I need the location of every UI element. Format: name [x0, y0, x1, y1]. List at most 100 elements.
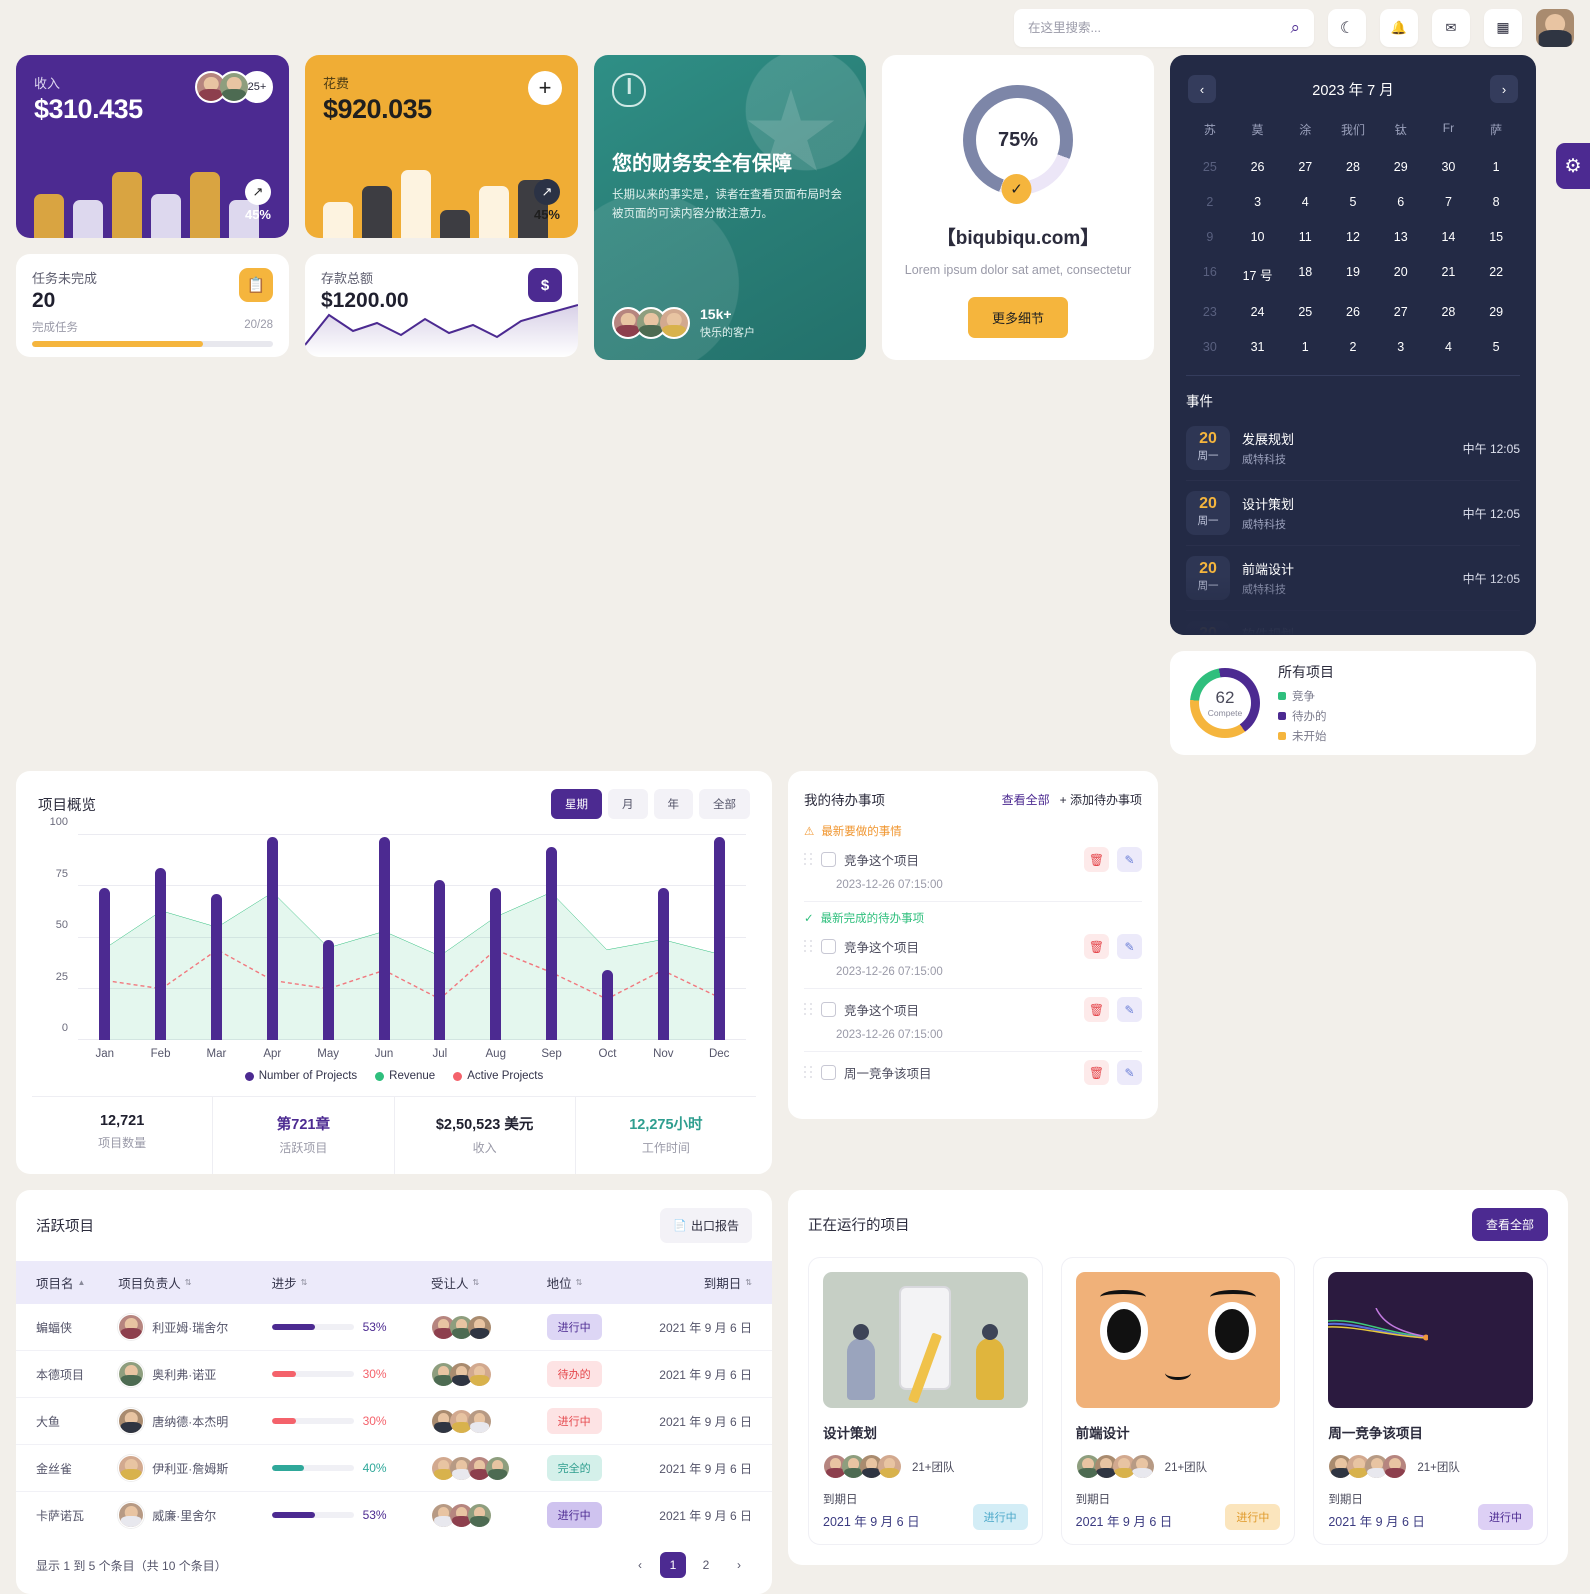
calendar-day[interactable]: 28	[1329, 153, 1377, 181]
running-project-card[interactable]: 前端设计 21+团队 到期日 2021 年 9 月 6 日 进行中	[1060, 1257, 1296, 1545]
event-item[interactable]: 20 周一 前端设计 威特科技 中午 12:05	[1186, 546, 1520, 611]
calendar-day[interactable]: 1	[1472, 153, 1520, 181]
calendar-day[interactable]: 2	[1329, 333, 1377, 361]
calendar-day[interactable]: 22	[1472, 258, 1520, 291]
calendar-day[interactable]: 15	[1472, 223, 1520, 251]
calendar-day[interactable]: 5	[1329, 188, 1377, 216]
delete-icon[interactable]: 🗑	[1084, 934, 1109, 959]
calendar-day[interactable]: 16	[1186, 258, 1234, 291]
sort-icon[interactable]: ⇅	[473, 1278, 480, 1287]
calendar-day[interactable]: 30	[1425, 153, 1473, 181]
running-view-all-button[interactable]: 查看全部	[1471, 1208, 1548, 1241]
table-column-项目负责人[interactable]: 项目负责人 ⇅	[110, 1261, 264, 1304]
avatar[interactable]	[1536, 8, 1574, 47]
sort-icon[interactable]: ⇅	[745, 1278, 752, 1287]
calendar-day[interactable]: 6	[1377, 188, 1425, 216]
calendar-day[interactable]: 3	[1377, 333, 1425, 361]
calendar-day[interactable]: 28	[1425, 298, 1473, 326]
calendar-day[interactable]: 26	[1329, 298, 1377, 326]
calendar-icon[interactable]: ▦	[1484, 8, 1522, 47]
running-project-card[interactable]: 周一竞争该项目 21+团队 到期日 2021 年 9 月 6 日 进行中	[1313, 1257, 1549, 1545]
calendar-day[interactable]: 4	[1425, 333, 1473, 361]
edit-icon[interactable]: ✎	[1117, 1060, 1142, 1085]
calendar-day[interactable]: 1	[1281, 333, 1329, 361]
sort-icon[interactable]: ⇅	[301, 1278, 308, 1287]
todo-checkbox[interactable]	[821, 1065, 836, 1080]
chart-tab-星期[interactable]: 星期	[551, 789, 602, 819]
table-row[interactable]: 金丝雀 伊利亚·詹姆斯 40% 完全的 2021 年 9 月 6 日	[16, 1444, 772, 1492]
table-header-row[interactable]: 项目名 ▲ 项目负责人 ⇅ 进步 ⇅ 受让人 ⇅ 地位 ⇅ 到期日 ⇅	[16, 1261, 772, 1304]
event-item[interactable]: 20周一软件规划威特科技中午 12:05	[1186, 611, 1520, 635]
add-expense-button[interactable]: +	[528, 71, 562, 105]
calendar-day[interactable]: 20	[1377, 258, 1425, 291]
mail-icon[interactable]: ✉	[1432, 8, 1470, 47]
pagination-page-1[interactable]: 1	[660, 1552, 686, 1578]
calendar-day[interactable]: 14	[1425, 223, 1473, 251]
calendar-day[interactable]: 3	[1234, 188, 1282, 216]
bell-icon[interactable]: 🔔	[1380, 8, 1418, 47]
table-column-项目名[interactable]: 项目名 ▲	[16, 1261, 111, 1304]
table-row[interactable]: 本德项目 奥利弗·诺亚 30% 待办的 2021 年 9 月 6 日	[16, 1350, 772, 1398]
table-column-地位[interactable]: 地位 ⇅	[538, 1261, 626, 1304]
calendar-next-button[interactable]: ›	[1489, 75, 1518, 103]
calendar-day[interactable]: 11	[1281, 223, 1329, 251]
delete-icon[interactable]: 🗑	[1084, 997, 1109, 1022]
calendar-day[interactable]: 2	[1186, 188, 1234, 216]
table-pagination[interactable]: ‹ 1 2 ›	[627, 1552, 752, 1578]
search-icon[interactable]: ⌕	[1290, 18, 1300, 38]
drag-handle-icon[interactable]	[804, 1066, 813, 1079]
search-input[interactable]	[1028, 20, 1283, 35]
drag-handle-icon[interactable]	[804, 853, 813, 866]
todo-view-all-link[interactable]: 查看全部	[1002, 791, 1050, 808]
sort-icon[interactable]: ⇅	[576, 1278, 583, 1287]
calendar-day[interactable]: 13	[1377, 223, 1425, 251]
todo-checkbox[interactable]	[821, 1002, 836, 1017]
table-row[interactable]: 蝙蝠侠 利亚姆·瑞舍尔 53% 进行中 2021 年 9 月 6 日	[16, 1304, 772, 1351]
edit-icon[interactable]: ✎	[1117, 934, 1142, 959]
calendar-day[interactable]: 9	[1186, 223, 1234, 251]
todo-checkbox[interactable]	[821, 852, 836, 867]
calendar-day[interactable]: 30	[1186, 333, 1234, 361]
add-todo-button[interactable]: + 添加待办事项	[1060, 791, 1142, 808]
calendar-day-selected[interactable]: 21	[1425, 258, 1473, 291]
pagination-next[interactable]: ›	[726, 1552, 752, 1578]
calendar-day[interactable]: 31	[1234, 333, 1282, 361]
calendar-day[interactable]: 17 号	[1234, 258, 1282, 291]
chart-range-tabs[interactable]: 星期月年全部	[551, 789, 750, 819]
table-column-进步[interactable]: 进步 ⇅	[263, 1261, 424, 1304]
calendar-day[interactable]: 5	[1472, 333, 1520, 361]
table-column-到期日[interactable]: 到期日 ⇅	[625, 1261, 772, 1304]
chart-tab-年[interactable]: 年	[653, 789, 693, 819]
event-item[interactable]: 20 周一 发展规划 威特科技 中午 12:05	[1186, 416, 1520, 481]
calendar-day[interactable]: 27	[1377, 298, 1425, 326]
chart-tab-月[interactable]: 月	[608, 789, 648, 819]
more-details-button[interactable]: 更多细节	[967, 297, 1068, 339]
calendar-grid[interactable]: 苏莫涂我们钛 Fr 萨 25 26 27 28 29 30 1 2 3 4 5 6 7 8 9 10 11 12 13 14…	[1186, 115, 1520, 361]
calendar-day[interactable]: 27	[1281, 153, 1329, 181]
sort-icon[interactable]: ▲	[78, 1278, 86, 1287]
calendar-day[interactable]: 23	[1186, 298, 1234, 326]
edit-icon[interactable]: ✎	[1117, 997, 1142, 1022]
calendar-day[interactable]: 29	[1472, 298, 1520, 326]
calendar-prev-button[interactable]: ‹	[1188, 75, 1216, 103]
running-project-card[interactable]: 设计策划 21+团队 到期日 2021 年 9 月 6 日 进行中	[808, 1257, 1043, 1545]
calendar-day[interactable]: 24	[1234, 298, 1282, 326]
calendar-day[interactable]: 25	[1186, 153, 1234, 181]
search-box[interactable]: ⌕	[1014, 8, 1314, 47]
table-column-受让人[interactable]: 受让人 ⇅	[423, 1261, 539, 1304]
calendar-day[interactable]: 19	[1329, 258, 1377, 291]
export-report-button[interactable]: 📄 出口报告	[660, 1208, 752, 1243]
calendar-day[interactable]: 26	[1234, 153, 1282, 181]
gear-icon[interactable]: ⚙	[1556, 143, 1590, 189]
moon-icon[interactable]: ☾	[1328, 8, 1366, 47]
calendar-day[interactable]: 10	[1234, 223, 1282, 251]
calendar-day[interactable]: 8	[1472, 188, 1520, 216]
chart-tab-全部[interactable]: 全部	[699, 789, 750, 819]
drag-handle-icon[interactable]	[804, 940, 813, 953]
calendar-day[interactable]: 25	[1281, 298, 1329, 326]
event-item[interactable]: 20 周一 设计策划 威特科技 中午 12:05	[1186, 481, 1520, 546]
pagination-prev[interactable]: ‹	[627, 1552, 653, 1578]
todo-checkbox[interactable]	[821, 939, 836, 954]
calendar-day[interactable]: 4	[1281, 188, 1329, 216]
calendar-day[interactable]: 29	[1377, 153, 1425, 181]
